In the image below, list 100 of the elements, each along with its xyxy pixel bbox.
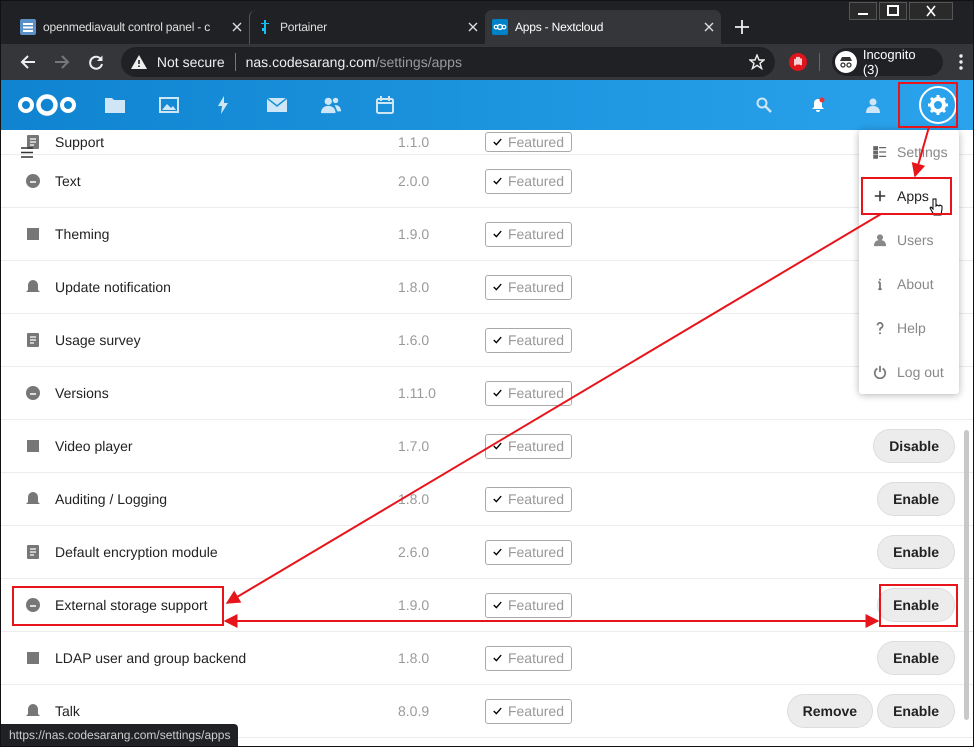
- forward-icon[interactable]: [54, 54, 70, 70]
- app-name: Talk: [55, 703, 81, 719]
- circles-logo-icon[interactable]: [17, 93, 77, 117]
- highlight-rectangle: [898, 82, 958, 128]
- app-action-button[interactable]: Disable: [873, 429, 955, 463]
- mail-icon[interactable]: [267, 96, 287, 114]
- featured-label: Featured: [508, 491, 564, 507]
- app-version: 1.1.0: [398, 134, 430, 150]
- featured-label: Featured: [508, 226, 564, 242]
- featured-label: Featured: [508, 703, 564, 719]
- app-name: LDAP user and group backend: [55, 650, 248, 666]
- image-icon[interactable]: [159, 96, 179, 114]
- calendar-icon[interactable]: [375, 96, 395, 114]
- app-name: Theming: [55, 226, 110, 242]
- bell-icon[interactable]: [810, 97, 826, 113]
- featured-label: Featured: [508, 279, 564, 295]
- app-icon: [25, 438, 41, 454]
- featured-label: Featured: [508, 438, 564, 454]
- app-version: 1.7.0: [398, 438, 430, 454]
- app-icon: [25, 650, 41, 666]
- app-version: 1.6.0: [398, 332, 430, 348]
- app-icon: [25, 597, 41, 613]
- featured-label: Featured: [508, 134, 564, 150]
- app-icon: [25, 279, 41, 295]
- back-icon[interactable]: [20, 54, 36, 70]
- app-version: 1.9.0: [398, 597, 430, 613]
- menu-item-icon: [873, 145, 887, 159]
- status-bar-url: https://nas.codesarang.com/settings/apps: [1, 724, 238, 746]
- app-icon: [25, 226, 41, 242]
- check-icon: [493, 388, 502, 398]
- new-tab-icon[interactable]: [735, 20, 749, 34]
- tab-title: Portainer: [280, 20, 328, 34]
- app-icon: [25, 173, 41, 189]
- app-action-button[interactable]: Enable: [877, 588, 955, 622]
- app-action-button[interactable]: Enable: [877, 641, 955, 675]
- app-name: Video player: [55, 438, 134, 454]
- app-action-button[interactable]: Enable: [877, 482, 955, 516]
- app-name: Default encryption module: [55, 544, 219, 560]
- featured-label: Featured: [508, 332, 564, 348]
- minimize-icon[interactable]: [849, 2, 877, 20]
- settings-icon[interactable]: [918, 85, 958, 125]
- menu-item[interactable]: Log out: [859, 350, 959, 394]
- app-version: 1.11.0: [398, 385, 437, 401]
- address-bar[interactable]: Not secure nas.codesarang.com/settings/apps: [120, 47, 775, 77]
- app-version: 8.0.9: [398, 703, 430, 719]
- app-version: 1.8.0: [398, 491, 430, 507]
- check-icon: [493, 176, 502, 186]
- featured-label: Featured: [508, 385, 564, 401]
- app-name: Auditing / Logging: [55, 491, 168, 507]
- app-name: Usage survey: [55, 332, 142, 348]
- featured-label: Featured: [508, 173, 564, 189]
- close-icon[interactable]: [909, 2, 953, 20]
- check-icon: [493, 441, 502, 451]
- app-name: Text: [55, 173, 82, 189]
- menu-item[interactable]: Users: [859, 218, 959, 262]
- tab-title: Apps - Nextcloud: [515, 20, 604, 34]
- app-icon: [25, 385, 41, 401]
- maximize-icon[interactable]: [879, 2, 907, 20]
- check-icon: [493, 137, 502, 147]
- browser-tab[interactable]: openmediavault control panel - c: [13, 10, 249, 44]
- more-icon[interactable]: [958, 54, 963, 70]
- app-icon: [25, 703, 41, 719]
- featured-label: Featured: [508, 650, 564, 666]
- app-icon: [25, 134, 41, 150]
- menu-item[interactable]: Apps: [859, 174, 959, 218]
- app-version: 2.6.0: [398, 544, 430, 560]
- check-icon: [493, 706, 502, 716]
- app-action-button[interactable]: Remove: [786, 694, 874, 728]
- hand-stop-icon[interactable]: [788, 53, 807, 71]
- list-page-icon: [20, 19, 36, 35]
- menu-item-icon: [873, 365, 887, 379]
- app-version: 1.9.0: [398, 226, 430, 242]
- featured-label: Featured: [508, 597, 564, 613]
- star-icon[interactable]: [748, 54, 765, 70]
- app-name: Support: [55, 134, 106, 150]
- check-icon: [493, 600, 502, 610]
- browser-tab[interactable]: Apps - Nextcloud: [485, 10, 721, 44]
- app-name: External storage support: [55, 597, 209, 613]
- menu-icon[interactable]: [21, 147, 33, 158]
- app-version: 2.0.0: [398, 173, 430, 189]
- reload-icon[interactable]: [88, 54, 104, 70]
- incognito-icon: [834, 51, 857, 73]
- check-icon: [493, 653, 502, 663]
- menu-item-icon: [873, 233, 887, 247]
- warning-icon: [130, 55, 147, 69]
- profile-button[interactable]: Incognito (3): [832, 48, 943, 76]
- app-action-button[interactable]: Enable: [877, 694, 955, 728]
- folder-icon[interactable]: [105, 96, 125, 114]
- contacts-icon[interactable]: [321, 96, 341, 114]
- menu-item[interactable]: Help: [859, 306, 959, 350]
- url-text: nas.codesarang.com/settings/apps: [246, 54, 463, 70]
- security-label: Not secure: [156, 54, 225, 70]
- app-action-button[interactable]: Enable: [877, 535, 955, 569]
- scrollbar[interactable]: [964, 430, 969, 720]
- check-icon: [493, 229, 502, 239]
- check-icon: [493, 547, 502, 557]
- app-icon: [25, 544, 41, 560]
- app-name: Versions: [55, 385, 110, 401]
- menu-item[interactable]: About: [859, 262, 959, 306]
- app-name: Update notification: [55, 279, 172, 295]
